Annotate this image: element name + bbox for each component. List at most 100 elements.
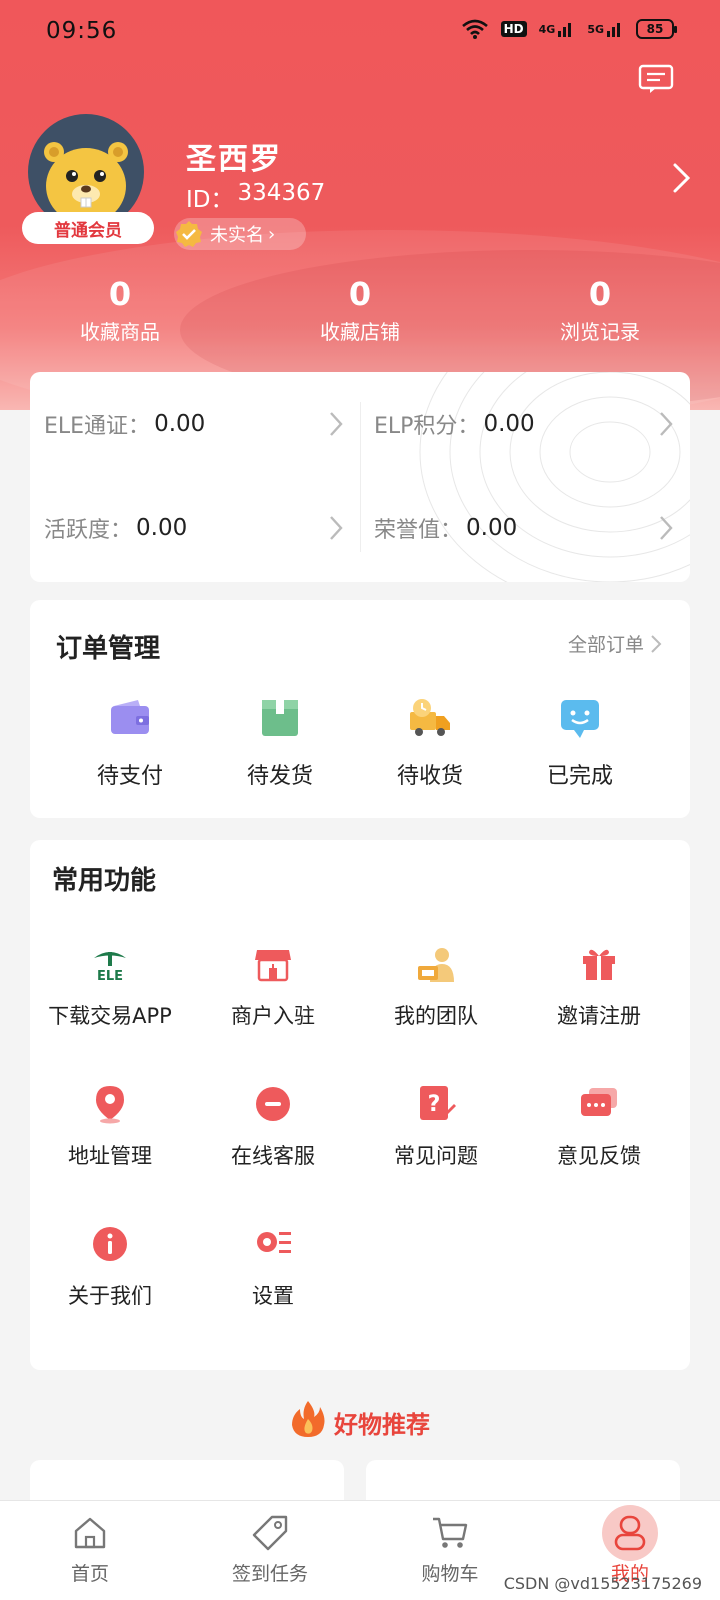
profile-chevron-icon[interactable] xyxy=(670,160,694,196)
stat-browse-history[interactable]: 0 浏览记录 xyxy=(480,274,720,354)
chevron-right-icon xyxy=(660,516,673,540)
verify-status-button[interactable]: 未实名 › xyxy=(174,218,306,250)
settings-icon xyxy=(253,1224,293,1264)
order-label: 已完成 xyxy=(546,764,613,789)
message-icon[interactable] xyxy=(638,64,674,94)
location-icon xyxy=(90,1084,130,1124)
feedback-icon xyxy=(579,1084,619,1124)
wallet-label: ELP积分： xyxy=(374,414,480,439)
user-id: ID： 334367 xyxy=(186,180,325,214)
wallet-ele-token[interactable]: ELE通证： 0.00 xyxy=(30,372,360,476)
common-functions-card: 常用功能 ELE 下载交易APP 商户入驻 我的团队 邀请注册 地址管理 在线客… xyxy=(30,840,690,1370)
order-label: 待支付 xyxy=(96,764,163,789)
func-online-service[interactable]: 在线客服 xyxy=(193,1084,353,1170)
section-title: 常用功能 xyxy=(52,866,157,896)
order-completed[interactable]: 已完成 xyxy=(520,696,640,790)
wallet-activity[interactable]: 活跃度： 0.00 xyxy=(30,476,360,580)
order-pending-receipt[interactable]: 待收货 xyxy=(370,696,490,790)
wallet-elp-points[interactable]: ELP积分： 0.00 xyxy=(360,372,690,476)
wallet-honor[interactable]: 荣誉值： 0.00 xyxy=(360,476,690,580)
chevron-right-icon: › xyxy=(268,223,276,245)
chevron-right-icon xyxy=(330,516,343,540)
stat-number: 0 xyxy=(108,275,132,313)
stats-row: 0 收藏商品 0 收藏店铺 0 浏览记录 xyxy=(0,274,720,354)
func-merchant-join[interactable]: 商户入驻 xyxy=(193,944,353,1030)
section-title: 订单管理 xyxy=(56,634,161,664)
func-label: 地址管理 xyxy=(68,1144,152,1168)
chevron-right-icon xyxy=(660,412,673,436)
func-label: 邀请注册 xyxy=(557,1004,641,1028)
user-id-label: ID： xyxy=(186,187,234,213)
svg-text:ELE: ELE xyxy=(97,969,123,984)
stat-label: 收藏店铺 xyxy=(320,320,400,344)
user-name: 圣西罗 xyxy=(186,142,282,177)
chevron-right-icon xyxy=(651,634,662,653)
order-management-card: 订单管理 全部订单 待支付 待发货 待收货 已完成 xyxy=(30,600,690,818)
func-download-app[interactable]: ELE 下载交易APP xyxy=(30,944,190,1030)
func-label: 意见反馈 xyxy=(557,1144,641,1168)
stat-label: 浏览记录 xyxy=(560,320,640,344)
store-icon xyxy=(253,944,293,984)
verify-status-label: 未实名 xyxy=(210,225,264,246)
wallet-label: 荣誉值： xyxy=(374,518,463,543)
smile-chat-icon xyxy=(558,696,602,740)
wallet-value: 0.00 xyxy=(154,411,206,437)
func-my-team[interactable]: 我的团队 xyxy=(356,944,516,1030)
func-label: 在线客服 xyxy=(231,1144,315,1168)
func-address-management[interactable]: 地址管理 xyxy=(30,1084,190,1170)
battery-icon: 85 xyxy=(636,19,677,39)
member-level-badge: 普通会员 xyxy=(22,212,154,244)
svg-text:?: ? xyxy=(428,1092,441,1117)
func-label: 我的团队 xyxy=(394,1004,478,1028)
func-label: 常见问题 xyxy=(394,1144,478,1168)
stat-favorite-goods[interactable]: 0 收藏商品 xyxy=(0,274,240,354)
func-label: 下载交易APP xyxy=(48,1004,172,1028)
watermark: CSDN @vd15523175269 xyxy=(503,1574,702,1593)
home-icon xyxy=(70,1513,110,1553)
gift-icon xyxy=(579,944,619,984)
func-label: 设置 xyxy=(252,1284,294,1308)
func-faq[interactable]: ? 常见问题 xyxy=(356,1084,516,1170)
delivery-truck-icon xyxy=(408,696,452,740)
question-icon: ? xyxy=(416,1084,456,1124)
tab-label: 首页 xyxy=(70,1563,109,1585)
stat-favorite-stores[interactable]: 0 收藏店铺 xyxy=(240,274,480,354)
ele-logo-icon: ELE xyxy=(90,944,130,984)
tab-home[interactable]: 首页 xyxy=(0,1501,180,1600)
signal-5g-icon: 5G xyxy=(587,20,624,38)
fire-icon xyxy=(290,1399,326,1445)
recommend-title: 好物推荐 xyxy=(334,1410,430,1439)
chat-dots-icon xyxy=(253,1084,293,1124)
stat-number: 0 xyxy=(588,275,612,313)
func-feedback[interactable]: 意见反馈 xyxy=(519,1084,679,1170)
verified-badge-icon xyxy=(174,219,204,249)
all-orders-label: 全部订单 xyxy=(567,634,644,656)
func-invite-register[interactable]: 邀请注册 xyxy=(519,944,679,1030)
tag-icon xyxy=(250,1513,290,1553)
all-orders-link[interactable]: 全部订单 xyxy=(568,630,662,657)
order-pending-payment[interactable]: 待支付 xyxy=(70,696,190,790)
info-icon xyxy=(90,1224,130,1264)
wifi-icon xyxy=(461,18,489,40)
hd-icon: HD xyxy=(500,21,527,37)
tab-label: 签到任务 xyxy=(231,1563,308,1585)
func-about-us[interactable]: 关于我们 xyxy=(30,1224,190,1310)
signal-4g-icon: 4G xyxy=(539,20,576,38)
wallet-icon xyxy=(108,696,152,740)
tab-checkin-tasks[interactable]: 签到任务 xyxy=(180,1501,360,1600)
func-label: 关于我们 xyxy=(68,1284,152,1308)
status-time: 09:56 xyxy=(46,18,118,44)
order-label: 待收货 xyxy=(396,764,463,789)
func-settings[interactable]: 设置 xyxy=(193,1224,353,1310)
cart-icon xyxy=(430,1513,470,1553)
order-label: 待发货 xyxy=(246,764,313,789)
team-icon xyxy=(416,944,456,984)
wallet-card: ELE通证： 0.00 ELP积分： 0.00 活跃度： 0.00 荣誉值： 0… xyxy=(30,372,690,582)
wallet-label: ELE通证： xyxy=(44,414,151,439)
wallet-value: 0.00 xyxy=(136,515,188,541)
order-pending-shipment[interactable]: 待发货 xyxy=(220,696,340,790)
recommend-header: 好物推荐 xyxy=(0,1400,720,1444)
func-label: 商户入驻 xyxy=(231,1004,315,1028)
user-icon xyxy=(610,1513,650,1553)
user-id-value: 334367 xyxy=(237,180,326,206)
